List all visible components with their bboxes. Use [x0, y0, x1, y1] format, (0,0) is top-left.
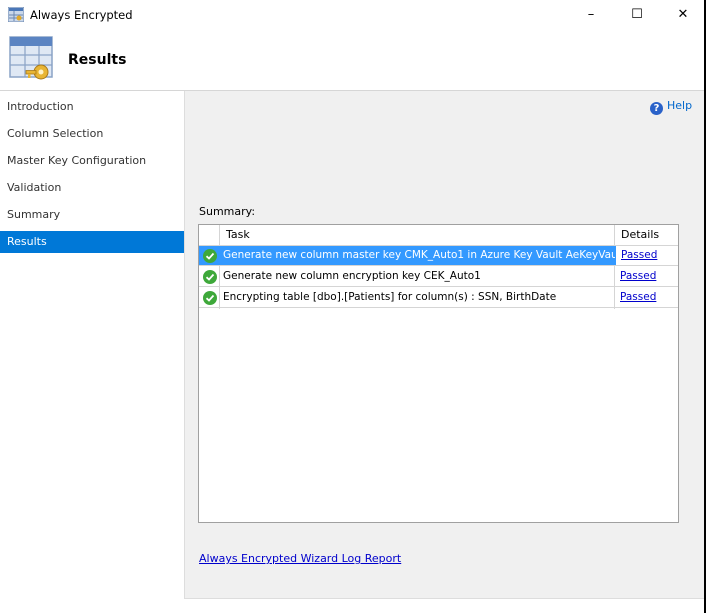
minimize-button[interactable]: – — [568, 0, 614, 30]
app-icon — [7, 6, 25, 23]
log-report-link[interactable]: Always Encrypted Wizard Log Report — [199, 552, 401, 565]
details-link[interactable]: Passed — [615, 246, 678, 265]
table-row[interactable]: Encrypting table [dbo].[Patients] for co… — [199, 288, 678, 308]
page-title: Results — [68, 52, 127, 68]
help-label: Help — [667, 99, 693, 112]
help-link[interactable]: ? Help — [650, 99, 692, 115]
task-text: Generate new column master key CMK_Auto1… — [223, 249, 625, 261]
help-icon: ? — [650, 102, 663, 115]
table-row[interactable]: Generate new column master key CMK_Auto1… — [199, 246, 678, 266]
nav-item-validation[interactable]: Validation — [0, 177, 184, 199]
nav-item-introduction[interactable]: Introduction — [0, 96, 184, 118]
details-link[interactable]: Passed — [615, 288, 678, 307]
summary-label: Summary: — [199, 205, 256, 218]
encrypted-table-key-icon — [8, 33, 56, 83]
table-row[interactable]: Generate new column encryption key CEK_A… — [199, 267, 678, 287]
page-header: Results — [0, 30, 704, 90]
column-header-details[interactable]: Details — [621, 225, 659, 245]
footer-strip — [184, 598, 704, 613]
table-header: Task Details — [199, 225, 678, 246]
nav-item-master-key-configuration[interactable]: Master Key Configuration — [0, 150, 184, 172]
success-check-icon — [203, 291, 217, 305]
task-text: Encrypting table [dbo].[Patients] for co… — [223, 291, 557, 303]
results-table[interactable]: Task Details Generate new column master … — [198, 224, 679, 523]
nav-item-column-selection[interactable]: Column Selection — [0, 123, 184, 145]
close-button[interactable]: ✕ — [660, 0, 704, 30]
wizard-window: Always Encrypted – ☐ ✕ Results Introduct… — [0, 0, 706, 613]
success-check-icon — [203, 249, 217, 263]
task-text: Generate new column encryption key CEK_A… — [223, 270, 481, 282]
nav-item-summary[interactable]: Summary — [0, 204, 184, 226]
details-link[interactable]: Passed — [615, 267, 678, 286]
window-title: Always Encrypted — [30, 8, 133, 22]
success-check-icon — [203, 270, 217, 284]
nav-item-results[interactable]: Results — [0, 231, 184, 253]
wizard-nav: Introduction Column Selection Master Key… — [0, 91, 184, 613]
results-panel: ? Help Summary: Task Details Generate new… — [184, 91, 704, 598]
column-header-task[interactable]: Task — [226, 225, 250, 245]
maximize-button[interactable]: ☐ — [614, 0, 660, 30]
title-bar[interactable]: Always Encrypted – ☐ ✕ — [0, 0, 704, 30]
